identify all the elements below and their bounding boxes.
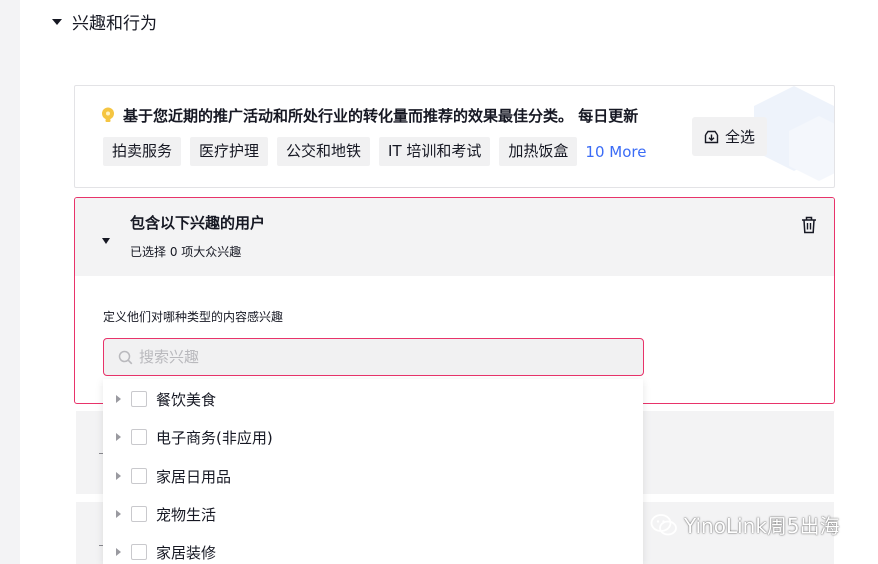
lightbulb-icon (102, 107, 114, 122)
tag-it-training[interactable]: IT 培训和考试 (379, 137, 491, 166)
checkbox[interactable] (131, 506, 147, 522)
select-all-label: 全选 (724, 128, 755, 146)
interest-dropdown: 餐饮美食 电子商务(非应用) 家居日用品 宠物生活 家居装修 (103, 379, 643, 564)
selected-count-text: 已选择 0 项大众兴趣 (130, 245, 242, 259)
caret-down-icon (102, 238, 110, 244)
expand-arrow-icon[interactable] (116, 433, 121, 441)
include-panel-header[interactable]: 包含以下兴趣的用户 已选择 0 项大众兴趣 (75, 198, 834, 276)
tag-medical-care[interactable]: 医疗护理 (190, 137, 269, 166)
recommendation-title: 基于您近期的推广活动和所处行业的转化量而推荐的效果最佳分类。 每日更新 (123, 107, 639, 125)
dropdown-item-label: 电子商务(非应用) (156, 428, 273, 447)
define-interests-label: 定义他们对哪种类型的内容感兴趣 (103, 310, 284, 324)
watermark-text: YinoLink周5出海 (684, 514, 840, 538)
left-rail (0, 0, 20, 564)
dropdown-item-label: 餐饮美食 (156, 390, 217, 409)
wechat-icon (650, 513, 677, 535)
section-title: 兴趣和行为 (72, 14, 157, 34)
section-header-interests-behaviors[interactable]: 兴趣和行为 (52, 9, 157, 34)
select-all-button[interactable]: 全选 (692, 117, 767, 156)
dropdown-item-household[interactable]: 家居日用品 (103, 457, 643, 495)
tag-bus-subway[interactable]: 公交和地铁 (277, 137, 371, 166)
caret-down-icon (52, 18, 62, 25)
dropdown-item-label: 家居装修 (156, 543, 217, 562)
download-box-icon (704, 130, 719, 143)
more-tags-link[interactable]: 10 More (585, 143, 646, 161)
dropdown-item-ecommerce[interactable]: 电子商务(非应用) (103, 418, 643, 456)
dropdown-item-food[interactable]: 餐饮美食 (103, 380, 643, 418)
tag-auction-services[interactable]: 拍卖服务 (103, 137, 182, 166)
trash-icon[interactable] (801, 216, 817, 234)
checkbox[interactable] (131, 468, 147, 484)
recommendation-header: 基于您近期的推广活动和所处行业的转化量而推荐的效果最佳分类。 每日更新 (101, 105, 638, 126)
expand-arrow-icon[interactable] (116, 510, 121, 518)
checkbox[interactable] (131, 391, 147, 407)
include-panel-title: 包含以下兴趣的用户 (130, 214, 266, 232)
include-interests-panel: 包含以下兴趣的用户 已选择 0 项大众兴趣 定义他们对哪种类型的内容感兴趣 (74, 197, 835, 404)
checkbox[interactable] (131, 544, 147, 560)
dropdown-item-pets[interactable]: 宠物生活 (103, 495, 643, 533)
recommended-tags: 拍卖服务 医疗护理 公交和地铁 IT 培训和考试 加热饭盒 10 More (103, 137, 646, 166)
dropdown-item-label: 家居日用品 (156, 467, 232, 486)
interest-search-input[interactable] (139, 348, 619, 366)
tag-heated-lunchbox[interactable]: 加热饭盒 (499, 137, 578, 166)
watermark: YinoLink周5出海 (650, 510, 840, 539)
expand-arrow-icon[interactable] (116, 548, 121, 556)
interest-search-box (103, 338, 644, 376)
dropdown-item-home-decor[interactable]: 家居装修 (103, 533, 643, 564)
expand-arrow-icon[interactable] (116, 395, 121, 403)
search-icon (118, 350, 133, 364)
dropdown-item-label: 宠物生活 (156, 505, 217, 524)
expand-arrow-icon[interactable] (116, 472, 121, 480)
recommendation-card: 基于您近期的推广活动和所处行业的转化量而推荐的效果最佳分类。 每日更新 拍卖服务… (74, 85, 835, 188)
checkbox[interactable] (131, 429, 147, 445)
